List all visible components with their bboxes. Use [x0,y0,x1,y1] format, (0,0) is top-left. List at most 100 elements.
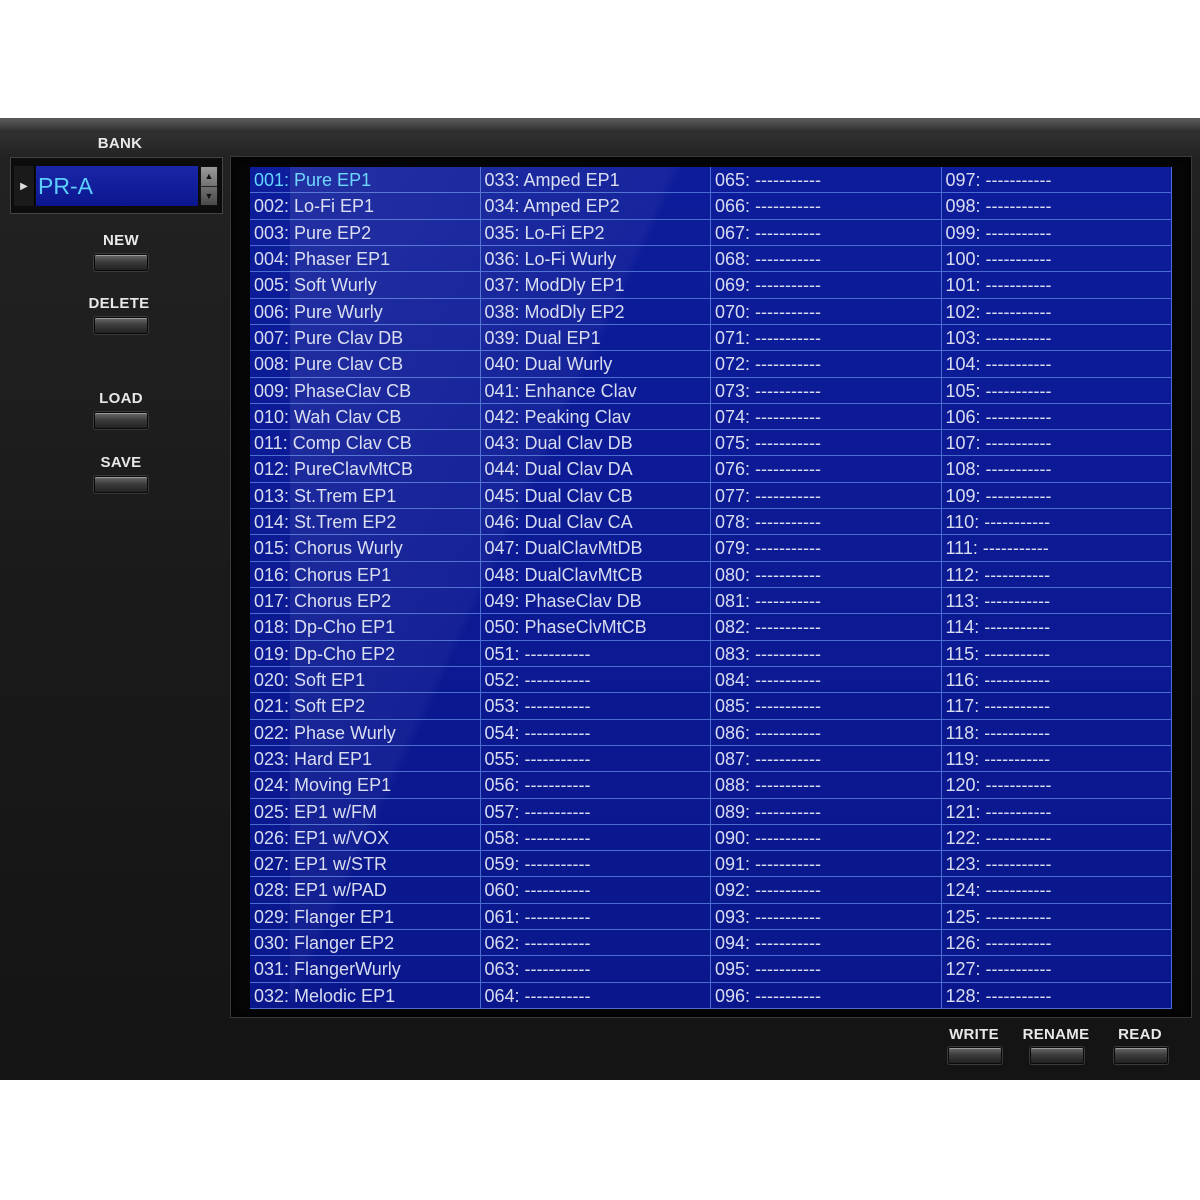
play-arrow-icon[interactable]: ▶ [14,166,35,206]
patch-list-item[interactable]: 018: Dp-Cho EP1 [250,614,481,641]
patch-list-item[interactable]: 068: ----------- [711,245,942,273]
patch-list-item[interactable]: 062: ----------- [480,930,711,957]
patch-list-item[interactable]: 023: Hard EP1 [250,745,481,773]
patch-list-item[interactable]: 025: EP1 w/FM [250,798,481,825]
patch-list-item[interactable]: 092: ----------- [711,877,942,904]
patch-list-item[interactable]: 047: DualClavMtDB [480,535,711,562]
patch-list-item[interactable]: 097: ----------- [941,167,1172,194]
patch-list-item[interactable]: 037: ModDly EP1 [480,272,711,299]
patch-list-item[interactable]: 053: ----------- [480,693,711,720]
patch-list-item[interactable]: 059: ----------- [480,851,711,878]
patch-list-item[interactable]: 015: Chorus Wurly [250,535,481,562]
patch-list-item[interactable]: 017: Chorus EP2 [250,588,481,615]
patch-list-item[interactable]: 111: ----------- [941,535,1172,562]
patch-list-item[interactable]: 091: ----------- [711,851,942,878]
patch-list-item[interactable]: 043: Dual Clav DB [480,430,711,457]
patch-list-item[interactable]: 005: Soft Wurly [250,272,481,299]
patch-list-item[interactable]: 081: ----------- [711,588,942,615]
patch-list-item[interactable]: 096: ----------- [711,982,942,1009]
patch-list-item[interactable]: 101: ----------- [941,272,1172,299]
patch-list-item[interactable]: 116: ----------- [941,666,1172,694]
patch-list-item[interactable]: 038: ModDly EP2 [480,298,711,325]
patch-list-item[interactable]: 078: ----------- [711,509,942,536]
patch-list-item[interactable]: 122: ----------- [941,824,1172,852]
patch-list-item[interactable]: 021: Soft EP2 [250,693,481,720]
patch-list-item[interactable]: 058: ----------- [480,824,711,852]
patch-list-item[interactable]: 126: ----------- [941,930,1172,957]
patch-list-item[interactable]: 067: ----------- [711,219,942,246]
patch-list-item[interactable]: 064: ----------- [480,982,711,1009]
patch-list-item[interactable]: 011: Comp Clav CB [250,430,481,457]
patch-list-item[interactable]: 079: ----------- [711,535,942,562]
patch-list-item[interactable]: 061: ----------- [480,903,711,931]
spin-down-icon[interactable]: ▼ [201,186,217,206]
patch-list-item[interactable]: 048: DualClavMtCB [480,561,711,588]
patch-list-item[interactable]: 094: ----------- [711,930,942,957]
patch-list-item[interactable]: 014: St.Trem EP2 [250,509,481,536]
rename-button[interactable] [1030,1047,1084,1064]
patch-list-item[interactable]: 108: ----------- [941,456,1172,483]
save-button[interactable] [94,476,148,493]
patch-list-item[interactable]: 115: ----------- [941,640,1172,667]
patch-list-item[interactable]: 041: Enhance Clav [480,377,711,404]
patch-list-item[interactable]: 083: ----------- [711,640,942,667]
patch-list-item[interactable]: 086: ----------- [711,719,942,746]
patch-list-item[interactable]: 105: ----------- [941,377,1172,404]
patch-list-item[interactable]: 024: Moving EP1 [250,772,481,799]
patch-list-item[interactable]: 035: Lo-Fi EP2 [480,219,711,246]
patch-list-item[interactable]: 022: Phase Wurly [250,719,481,746]
patch-list-item[interactable]: 085: ----------- [711,693,942,720]
patch-list-item[interactable]: 050: PhaseClvMtCB [480,614,711,641]
patch-list-item[interactable]: 063: ----------- [480,956,711,983]
patch-list-item[interactable]: 080: ----------- [711,561,942,588]
patch-list-item[interactable]: 095: ----------- [711,956,942,983]
patch-list-item[interactable]: 113: ----------- [941,588,1172,615]
patch-list-item[interactable]: 125: ----------- [941,903,1172,931]
patch-list-item[interactable]: 028: EP1 w/PAD [250,877,481,904]
patch-list-item[interactable]: 010: Wah Clav CB [250,403,481,431]
patch-list-item[interactable]: 004: Phaser EP1 [250,245,481,273]
patch-list-item[interactable]: 002: Lo-Fi EP1 [250,193,481,220]
new-button[interactable] [94,254,148,271]
patch-list-item[interactable]: 020: Soft EP1 [250,666,481,694]
patch-list-item[interactable]: 027: EP1 w/STR [250,851,481,878]
patch-list-item[interactable]: 089: ----------- [711,798,942,825]
patch-list-item[interactable]: 034: Amped EP2 [480,193,711,220]
patch-list-item[interactable]: 039: Dual EP1 [480,324,711,352]
patch-list-item[interactable]: 124: ----------- [941,877,1172,904]
patch-list-item[interactable]: 074: ----------- [711,403,942,431]
patch-list-item[interactable]: 001: Pure EP1 [250,167,481,194]
patch-list-item[interactable]: 127: ----------- [941,956,1172,983]
patch-list-item[interactable]: 088: ----------- [711,772,942,799]
patch-list-item[interactable]: 007: Pure Clav DB [250,324,481,352]
patch-list-item[interactable]: 071: ----------- [711,324,942,352]
patch-list-item[interactable]: 118: ----------- [941,719,1172,746]
patch-list-item[interactable]: 042: Peaking Clav [480,403,711,431]
patch-list-item[interactable]: 128: ----------- [941,982,1172,1009]
patch-list-item[interactable]: 117: ----------- [941,693,1172,720]
patch-list-item[interactable]: 073: ----------- [711,377,942,404]
read-button[interactable] [1114,1047,1168,1064]
patch-list-item[interactable]: 008: Pure Clav CB [250,351,481,378]
patch-list-item[interactable]: 112: ----------- [941,561,1172,588]
patch-list-item[interactable]: 072: ----------- [711,351,942,378]
patch-list-item[interactable]: 114: ----------- [941,614,1172,641]
patch-list-item[interactable]: 003: Pure EP2 [250,219,481,246]
patch-list-item[interactable]: 106: ----------- [941,403,1172,431]
patch-list-item[interactable]: 033: Amped EP1 [480,167,711,194]
patch-list-item[interactable]: 069: ----------- [711,272,942,299]
patch-list-item[interactable]: 104: ----------- [941,351,1172,378]
patch-list-item[interactable]: 016: Chorus EP1 [250,561,481,588]
patch-list-item[interactable]: 100: ----------- [941,245,1172,273]
patch-list-item[interactable]: 049: PhaseClav DB [480,588,711,615]
patch-list-item[interactable]: 066: ----------- [711,193,942,220]
patch-list-item[interactable]: 121: ----------- [941,798,1172,825]
patch-list-item[interactable]: 065: ----------- [711,167,942,194]
patch-list-item[interactable]: 107: ----------- [941,430,1172,457]
patch-list-item[interactable]: 119: ----------- [941,745,1172,773]
patch-list-item[interactable]: 056: ----------- [480,772,711,799]
patch-list-item[interactable]: 030: Flanger EP2 [250,930,481,957]
patch-list-item[interactable]: 013: St.Trem EP1 [250,482,481,510]
patch-list-item[interactable]: 057: ----------- [480,798,711,825]
patch-list-item[interactable]: 036: Lo-Fi Wurly [480,245,711,273]
